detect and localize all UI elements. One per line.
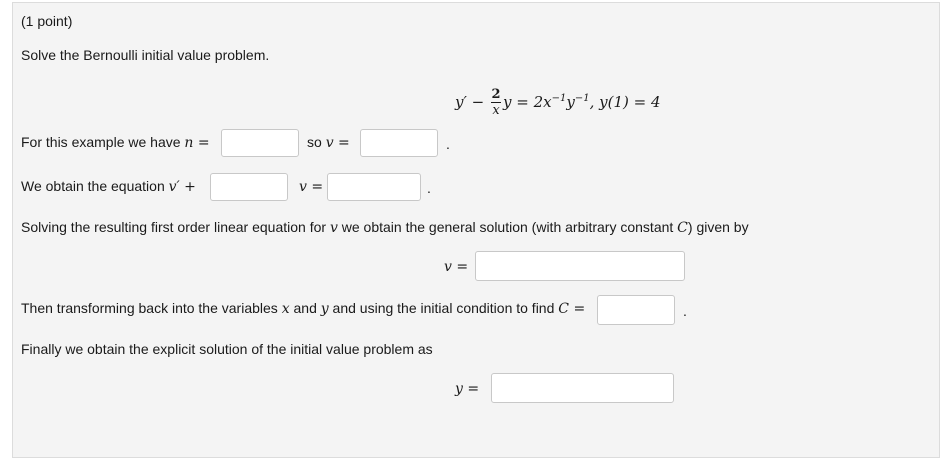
c-equals: = — [569, 301, 586, 317]
v-equals: = — [306, 179, 324, 195]
v-variable: v — [325, 135, 334, 151]
equation-exponent-2: −1 — [574, 93, 590, 104]
plus-sign: + — [179, 179, 196, 195]
points-label: (1 point) — [21, 13, 73, 29]
n-row-period: . — [446, 136, 450, 152]
v-prime: v′ — [168, 179, 180, 195]
constant-text-a: Then transforming back into the variable… — [21, 300, 282, 316]
problem-panel: (1 point) Solve the Bernoulli initial va… — [12, 2, 940, 458]
v-variable: v — [444, 259, 452, 275]
equation-row-period: . — [427, 180, 431, 196]
general-lhs: v = — [444, 258, 468, 275]
initial-condition: , y(1) = 4 — [589, 93, 661, 111]
v-prompt: so v = — [307, 134, 350, 151]
rhs-input[interactable] — [327, 173, 421, 201]
v-equals-label: v = — [299, 178, 323, 195]
general-solution-prompt: Solving the resulting first order linear… — [21, 219, 749, 236]
so-text: so — [307, 134, 326, 150]
instruction-text: Solve the Bernoulli initial value proble… — [21, 47, 270, 63]
bernoulli-equation: y′ − 2 x y = 2x−1y−1, y(1) = 4 — [455, 77, 660, 124]
equation-prompt: We obtain the equation v′ + — [21, 178, 196, 195]
general-solution-input[interactable] — [475, 251, 685, 281]
final-prompt: Finally we obtain the explicit solution … — [21, 341, 433, 357]
v-substitution-input[interactable] — [360, 129, 438, 157]
n-prompt-text: For this example we have — [21, 134, 185, 150]
final-lhs: y = — [455, 380, 479, 397]
constant-text-b: and — [289, 300, 321, 316]
equation-prompt-text: We obtain the equation — [21, 178, 169, 194]
y-variable: y — [320, 301, 329, 317]
general-text-a: Solving the resulting first order linear… — [21, 219, 330, 235]
y-variable: y — [455, 381, 463, 397]
n-prompt: For this example we have n = — [21, 134, 210, 151]
explicit-solution-input[interactable] — [491, 373, 674, 403]
constant-c-input[interactable] — [597, 295, 675, 325]
v-variable: v — [299, 179, 307, 195]
n-input[interactable] — [221, 129, 299, 157]
v-coefficient-input[interactable] — [210, 173, 288, 201]
general-text-b: we obtain the general solution (with arb… — [337, 219, 678, 235]
v-equals: = — [451, 259, 469, 275]
fraction-denominator: x — [492, 103, 500, 118]
y-equals: = — [462, 381, 480, 397]
n-equals: = — [193, 135, 210, 151]
equation-fraction: 2 x — [491, 88, 501, 118]
x-variable: x — [281, 301, 290, 317]
constant-text-c: and using the initial condition to find — [328, 300, 559, 316]
constant-prompt: Then transforming back into the variable… — [21, 300, 585, 317]
equation-exponent-1: −1 — [551, 93, 567, 104]
v-variable: v — [329, 220, 338, 236]
c-variable: C — [677, 220, 688, 236]
constant-row-period: . — [683, 303, 687, 319]
c-variable: C — [558, 301, 569, 317]
equation-rhs-base: y = 2x — [503, 93, 552, 111]
v-equals: = — [333, 135, 350, 151]
fraction-numerator: 2 — [491, 87, 501, 102]
equation-rhs-y: y — [566, 93, 575, 111]
equation-lhs: y′ − — [455, 93, 485, 111]
general-text-c: ) given by — [687, 219, 749, 235]
